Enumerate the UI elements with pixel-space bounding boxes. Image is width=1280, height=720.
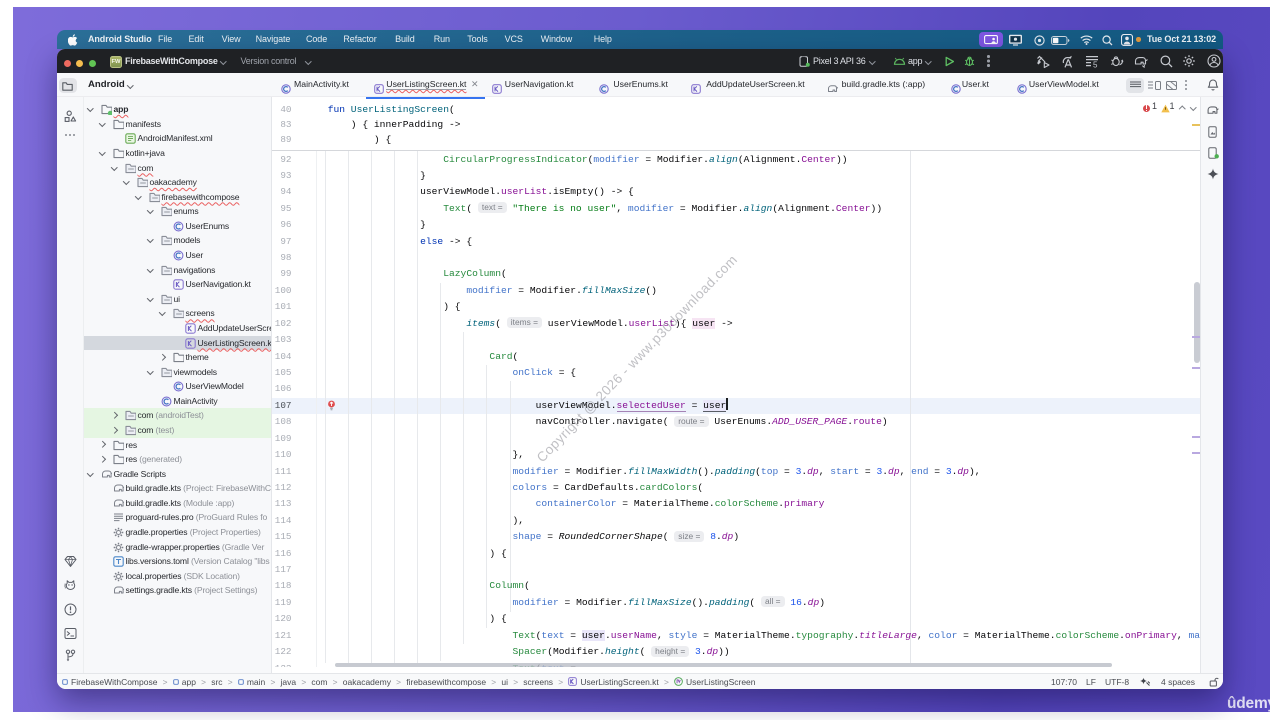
- svg-text:5: 5: [1093, 60, 1098, 68]
